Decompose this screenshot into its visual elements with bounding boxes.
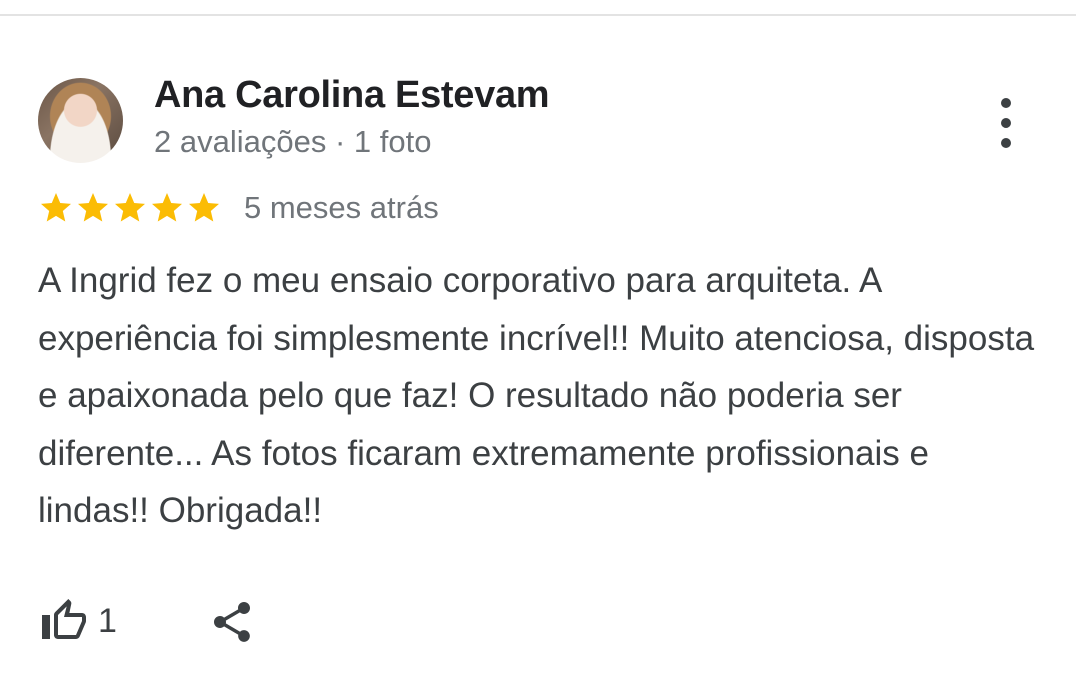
more-options-button[interactable] [988, 98, 1024, 148]
star-rating [38, 190, 222, 226]
review-time: 5 meses atrás [244, 190, 439, 225]
reviewer-meta: 2 avaliações · 1 foto [154, 124, 432, 159]
star-icon [78, 193, 108, 222]
share-icon [214, 602, 250, 642]
reviewer-name[interactable]: Ana Carolina Estevam [154, 74, 550, 117]
top-divider [0, 14, 1076, 16]
star-icon [41, 193, 71, 222]
like-button[interactable]: 1 [40, 596, 117, 646]
like-count: 1 [98, 601, 117, 640]
star-icon [115, 193, 145, 222]
share-button[interactable] [208, 598, 256, 646]
star-icon [189, 193, 219, 222]
star-icon [152, 193, 182, 222]
thumb-up-icon [42, 599, 86, 639]
review-text: A Ingrid fez o meu ensaio corporativo pa… [38, 261, 1035, 530]
rating-row: 5 meses atrás [38, 188, 439, 228]
reviewer-avatar[interactable] [38, 78, 123, 163]
